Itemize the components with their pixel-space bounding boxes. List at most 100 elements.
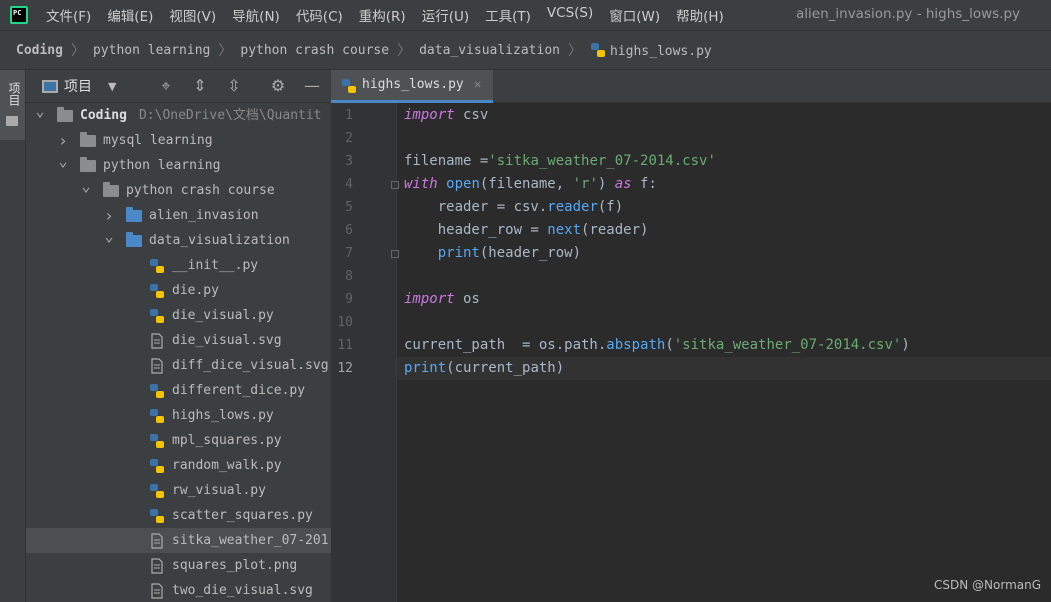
tree-item-label: diff_dice_visual.svg — [172, 353, 329, 378]
tree-item[interactable]: mpl_squares.py — [26, 428, 331, 453]
tree-item[interactable]: rw_visual.py — [26, 478, 331, 503]
code-token: (current_path) — [446, 360, 565, 376]
menu-item[interactable]: 导航(N) — [224, 5, 288, 25]
breadcrumb-item[interactable]: data_visualization — [419, 43, 560, 58]
code-line[interactable] — [397, 127, 1051, 150]
tree-item[interactable]: different_dice.py — [26, 378, 331, 403]
code-token: as — [614, 176, 632, 192]
menu-item[interactable]: 文件(F) — [38, 5, 99, 25]
tree-item-name: python learning — [103, 158, 221, 173]
menu-item[interactable]: 视图(V) — [161, 5, 224, 25]
chevron-down-icon[interactable]: ⌄ — [80, 174, 92, 199]
code-line[interactable]: header_row = next(reader) — [397, 219, 1051, 242]
tree-item[interactable]: die_visual.svg — [26, 328, 331, 353]
menu-item[interactable]: 帮助(H) — [668, 5, 732, 25]
tree-item[interactable]: › alien_invasion — [26, 203, 331, 228]
menu-item[interactable]: 编辑(E) — [99, 5, 161, 25]
chevron-down-icon[interactable]: ⌄ — [34, 99, 46, 124]
line-number: 8 — [345, 269, 353, 284]
tree-item[interactable]: scatter_squares.py — [26, 503, 331, 528]
tree-item[interactable]: diff_dice_visual.svg — [26, 353, 331, 378]
line-number: 11 — [337, 338, 353, 353]
folder-icon — [80, 132, 96, 147]
chevron-down-icon[interactable]: ▼ — [108, 80, 116, 93]
tree-item[interactable]: sitka_weather_07-201 — [26, 528, 331, 553]
project-tool-tab[interactable]: 项目 — [0, 70, 25, 140]
line-number: 9 — [345, 292, 353, 307]
tree-item-name: die_visual.py — [172, 308, 274, 323]
tree-item[interactable]: squares_plot.png — [26, 553, 331, 578]
chevron-down-icon[interactable]: ⌄ — [57, 149, 69, 174]
code-line[interactable]: import csv — [397, 104, 1051, 127]
tree-item[interactable]: ⌄ python crash course — [26, 177, 331, 203]
breadcrumb-item[interactable]: highs_lows.py — [590, 42, 712, 59]
tree-item[interactable]: die_visual.py — [26, 303, 331, 328]
tree-item[interactable]: ⌄ python learning — [26, 152, 331, 178]
left-tool-strip: 项目 — [0, 70, 26, 602]
code-token: ( — [665, 337, 674, 353]
tree-item[interactable]: two_die_visual.svg — [26, 578, 331, 602]
code-token: open — [446, 176, 480, 192]
code-text: print(current_path) — [404, 357, 564, 380]
breadcrumb-label: data_visualization — [419, 42, 560, 58]
tree-item[interactable]: __init__.py — [26, 253, 331, 278]
code-token: 'r' — [572, 176, 598, 192]
chevron-down-icon[interactable]: ⌄ — [103, 224, 115, 249]
breadcrumb-item[interactable]: python crash course — [240, 43, 389, 58]
line-number: 6 — [345, 223, 353, 238]
tree-item-name: mpl_squares.py — [172, 433, 282, 448]
tree-item[interactable]: › mysql learning — [26, 128, 331, 153]
tree-item[interactable]: ⌄ Coding D:\OneDrive\文档\Quantit — [26, 102, 331, 128]
collapse-all-icon[interactable]: ⇳ — [224, 76, 244, 96]
hide-icon[interactable]: — — [302, 76, 322, 96]
tree-item[interactable]: ⌄ data_visualization — [26, 227, 331, 253]
gear-icon[interactable]: ⚙ — [268, 76, 288, 96]
menu-item[interactable]: 重构(R) — [351, 5, 414, 25]
code-line[interactable]: filename ='sitka_weather_07-2014.csv' — [397, 150, 1051, 173]
folder-icon — [126, 207, 142, 222]
close-icon[interactable]: ✕ — [474, 77, 481, 91]
code-line[interactable]: reader = csv.reader(f) — [397, 196, 1051, 219]
line-number: 10 — [337, 315, 353, 330]
tree-item-name: squares_plot.png — [172, 558, 298, 573]
line-number-gutter: 1 2 3 4 5 6 7 8 9 10 11 12 — [331, 103, 399, 602]
expand-all-icon[interactable]: ⇕ — [190, 76, 210, 96]
tree-item[interactable]: die.py — [26, 278, 331, 303]
project-panel-title[interactable]: 项目 — [64, 76, 92, 96]
code-line[interactable]: current_path = os.path.abspath('sitka_we… — [397, 334, 1051, 357]
tree-item[interactable]: random_walk.py — [26, 453, 331, 478]
code-line[interactable]: with open(filename, 'r') as f: — [397, 173, 1051, 196]
code-token: os — [454, 291, 480, 307]
watermark: CSDN @NormanG — [934, 578, 1042, 592]
menu-item[interactable]: 运行(U) — [414, 5, 477, 25]
breadcrumb-item[interactable]: python learning — [93, 43, 210, 58]
editor-tab-bar: highs_lows.py ✕ — [331, 70, 1051, 103]
code-text: filename ='sitka_weather_07-2014.csv' — [404, 150, 716, 173]
python-file-icon — [342, 79, 356, 93]
code-text: with open(filename, 'r') as f: — [404, 173, 657, 196]
tree-item-label: alien_invasion — [149, 203, 259, 228]
tree-item-label: python crash course — [126, 178, 275, 203]
code-line[interactable]: print(current_path) — [397, 357, 1051, 380]
folder-icon — [126, 232, 142, 247]
code-token: ) — [901, 337, 910, 353]
code-line[interactable] — [397, 265, 1051, 288]
menu-item[interactable]: 窗口(W) — [601, 5, 668, 25]
breadcrumb-label: python crash course — [240, 42, 390, 58]
locate-icon[interactable]: ⌖ — [156, 76, 176, 96]
code-token: import — [404, 291, 455, 307]
menu-item[interactable]: VCS(S) — [539, 5, 601, 25]
menu-item[interactable]: 代码(C) — [288, 5, 351, 25]
code-editor[interactable]: import csv filename ='sitka_weather_07-20… — [397, 103, 1051, 602]
tree-item[interactable]: highs_lows.py — [26, 403, 331, 428]
code-line[interactable]: print(header_row) — [397, 242, 1051, 265]
menu-item[interactable]: 工具(T) — [477, 5, 539, 25]
breadcrumb-item[interactable]: Coding — [16, 43, 63, 58]
code-line[interactable]: import os — [397, 288, 1051, 311]
tree-item-name: Coding — [80, 108, 127, 123]
line-number: 7 — [345, 246, 353, 261]
tab-highs-lows[interactable]: highs_lows.py ✕ — [331, 70, 493, 103]
tree-item-name: rw_visual.py — [172, 483, 266, 498]
code-line[interactable] — [397, 311, 1051, 334]
code-token: (reader) — [581, 222, 649, 238]
